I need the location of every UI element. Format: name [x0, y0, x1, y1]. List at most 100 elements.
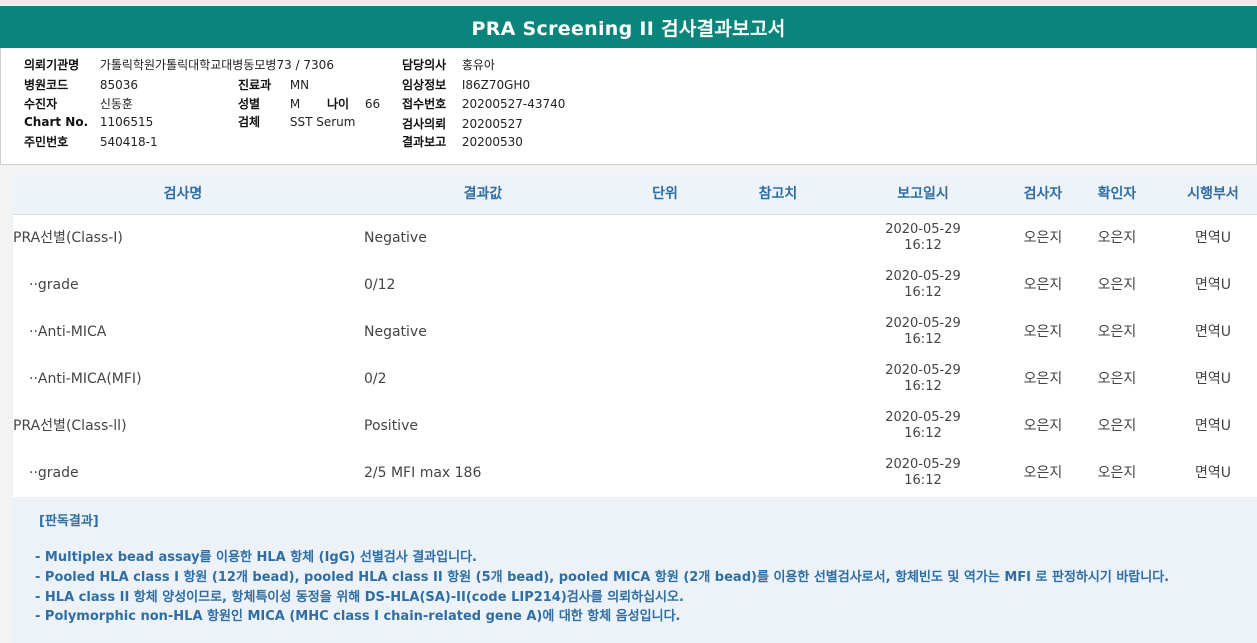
request-date-field: 검사의뢰 20200527 [402, 115, 523, 132]
interpretation-title: [판독결과] [39, 514, 99, 529]
result-date-value: 20200530 [461, 135, 523, 149]
cell-verifier: 오은지 [1097, 418, 1137, 434]
report-date: 2020-05-29 [885, 363, 961, 378]
cell-name: PRA선별(Class-I) [13, 230, 123, 246]
cell-tester: 오은지 [1023, 418, 1063, 434]
department-value: MN [289, 78, 310, 92]
table-row: ··grade 2/5 MFI max 186 오은지 오은지 면역U 2020-05-2… [13, 450, 1257, 498]
header-department: 시행부서 [1187, 186, 1239, 202]
interpretation-line: - Pooled HLA class I 항원 (12개 bead), pool… [35, 570, 1170, 585]
age-field: 나이 66 [327, 95, 380, 112]
cell-dept: 면역U [1194, 371, 1231, 387]
report-date: 2020-05-29 [885, 410, 961, 425]
header-report-date: 보고일시 [897, 186, 949, 202]
cell-name: PRA선별(Class-ll) [13, 418, 127, 434]
chart-no-field: Chart No. 1106515 [24, 115, 153, 129]
cell-unit [625, 356, 705, 403]
cell-reference [733, 262, 823, 309]
specimen-field: 검체 SST Serum [238, 113, 355, 130]
results-table: 검사명 결과값 단위 참고치 보고일시 검사자 확인자 시행부서 PRA선별(C… [13, 174, 1257, 643]
cell-result: Positive [364, 418, 418, 434]
chart-no-label: Chart No. [24, 115, 89, 129]
cell-verifier: 오은지 [1097, 324, 1137, 340]
sex-value: M [289, 97, 301, 111]
cell-unit [625, 309, 705, 356]
cell-result: Negative [364, 230, 427, 246]
cell-name: ··grade [29, 465, 79, 481]
cell-unit [625, 262, 705, 309]
age-label: 나이 [327, 97, 350, 111]
specimen-value: SST Serum [289, 115, 356, 129]
report-date: 2020-05-29 [885, 457, 961, 472]
sex-field: 성별 M [238, 95, 300, 112]
result-date-field: 결과보고 20200530 [402, 133, 523, 150]
report-time: 16:12 [904, 473, 942, 488]
institution-label: 의뢰기관명 [24, 58, 80, 72]
report-time: 16:12 [904, 426, 942, 441]
cell-verifier: 오은지 [1097, 230, 1137, 246]
cell-dept: 면역U [1194, 465, 1231, 481]
cell-unit [625, 450, 705, 497]
header-unit: 단위 [652, 186, 678, 202]
clinical-info-field: 임상정보 I86Z70GH0 [402, 76, 530, 93]
resident-no-label: 주민번호 [24, 135, 69, 149]
cell-report-datetime: 2020-05-29 16:12 [873, 450, 973, 497]
table-row: PRA선별(Class-I) Negative 오은지 오은지 면역U 2020-05-2… [13, 215, 1257, 263]
report-time: 16:12 [904, 332, 942, 347]
specimen-label: 검체 [238, 115, 261, 129]
cell-report-datetime: 2020-05-29 16:12 [873, 309, 973, 356]
institution-field: 의뢰기관명 가톨릭학원가톨릭대학교대병동모병73 / 7306 [24, 56, 334, 73]
clinical-info-label: 임상정보 [402, 78, 447, 92]
hospital-code-label: 병원코드 [24, 78, 69, 92]
cell-name: ··Anti-MICA(MFI) [29, 371, 142, 387]
hospital-code-value: 85036 [99, 78, 139, 92]
age-value: 66 [364, 97, 381, 111]
result-date-label: 결과보고 [402, 135, 447, 149]
cell-result: 0/12 [364, 277, 396, 293]
cell-result: 0/2 [364, 371, 387, 387]
cell-tester: 오은지 [1023, 324, 1063, 340]
table-row: ··Anti-MICA Negative 오은지 오은지 면역U 2020-05-29 16… [13, 309, 1257, 357]
doctor-field: 담당의사 홍유아 [402, 56, 495, 73]
doctor-value: 홍유아 [461, 58, 495, 72]
table-row: ··grade 0/12 오은지 오은지 면역U 2020-05-29 16:12 [13, 262, 1257, 310]
header-test-name: 검사명 [163, 186, 203, 202]
examinee-value: 신동훈 [99, 97, 133, 111]
table-row: ··Anti-MICA(MFI) 0/2 오은지 오은지 면역U 2020-05-29 16… [13, 356, 1257, 404]
table-header: 검사명 결과값 단위 참고치 보고일시 검사자 확인자 시행부서 [13, 174, 1257, 215]
report-time: 16:12 [904, 379, 942, 394]
cell-tester: 오은지 [1023, 465, 1063, 481]
receipt-no-value: 20200527-43740 [461, 97, 566, 111]
resident-no-field: 주민번호 540418-1 [24, 133, 158, 150]
report-date: 2020-05-29 [885, 316, 961, 331]
request-date-value: 20200527 [461, 117, 523, 131]
cell-tester: 오은지 [1023, 371, 1063, 387]
cell-unit [625, 403, 705, 450]
report-title: PRA Screening II 검사결과보고서 [0, 6, 1257, 48]
cell-dept: 면역U [1194, 277, 1231, 293]
sex-label: 성별 [238, 97, 261, 111]
cell-report-datetime: 2020-05-29 16:12 [873, 403, 973, 450]
resident-no-value: 540418-1 [99, 135, 158, 149]
report-time: 16:12 [904, 238, 942, 253]
cell-reference [733, 356, 823, 403]
cell-verifier: 오은지 [1097, 371, 1137, 387]
header-tester: 검사자 [1023, 186, 1063, 202]
examinee-label: 수진자 [24, 97, 58, 111]
cell-verifier: 오은지 [1097, 277, 1137, 293]
cell-report-datetime: 2020-05-29 16:12 [873, 215, 973, 262]
cell-dept: 면역U [1194, 324, 1231, 340]
doctor-label: 담당의사 [402, 58, 447, 72]
cell-dept: 면역U [1194, 230, 1231, 246]
header-verifier: 확인자 [1097, 186, 1137, 202]
top-strip [0, 0, 1257, 5]
request-date-label: 검사의뢰 [402, 117, 447, 131]
interpretation-line: - Polymorphic non-HLA 항원인 MICA (MHC clas… [35, 609, 681, 624]
cell-reference [733, 403, 823, 450]
report-date: 2020-05-29 [885, 222, 961, 237]
cell-name: ··Anti-MICA [29, 324, 107, 340]
cell-result: Negative [364, 324, 427, 340]
chart-no-value: 1106515 [99, 115, 154, 129]
department-field: 진료과 MN [238, 76, 309, 93]
cell-reference [733, 309, 823, 356]
